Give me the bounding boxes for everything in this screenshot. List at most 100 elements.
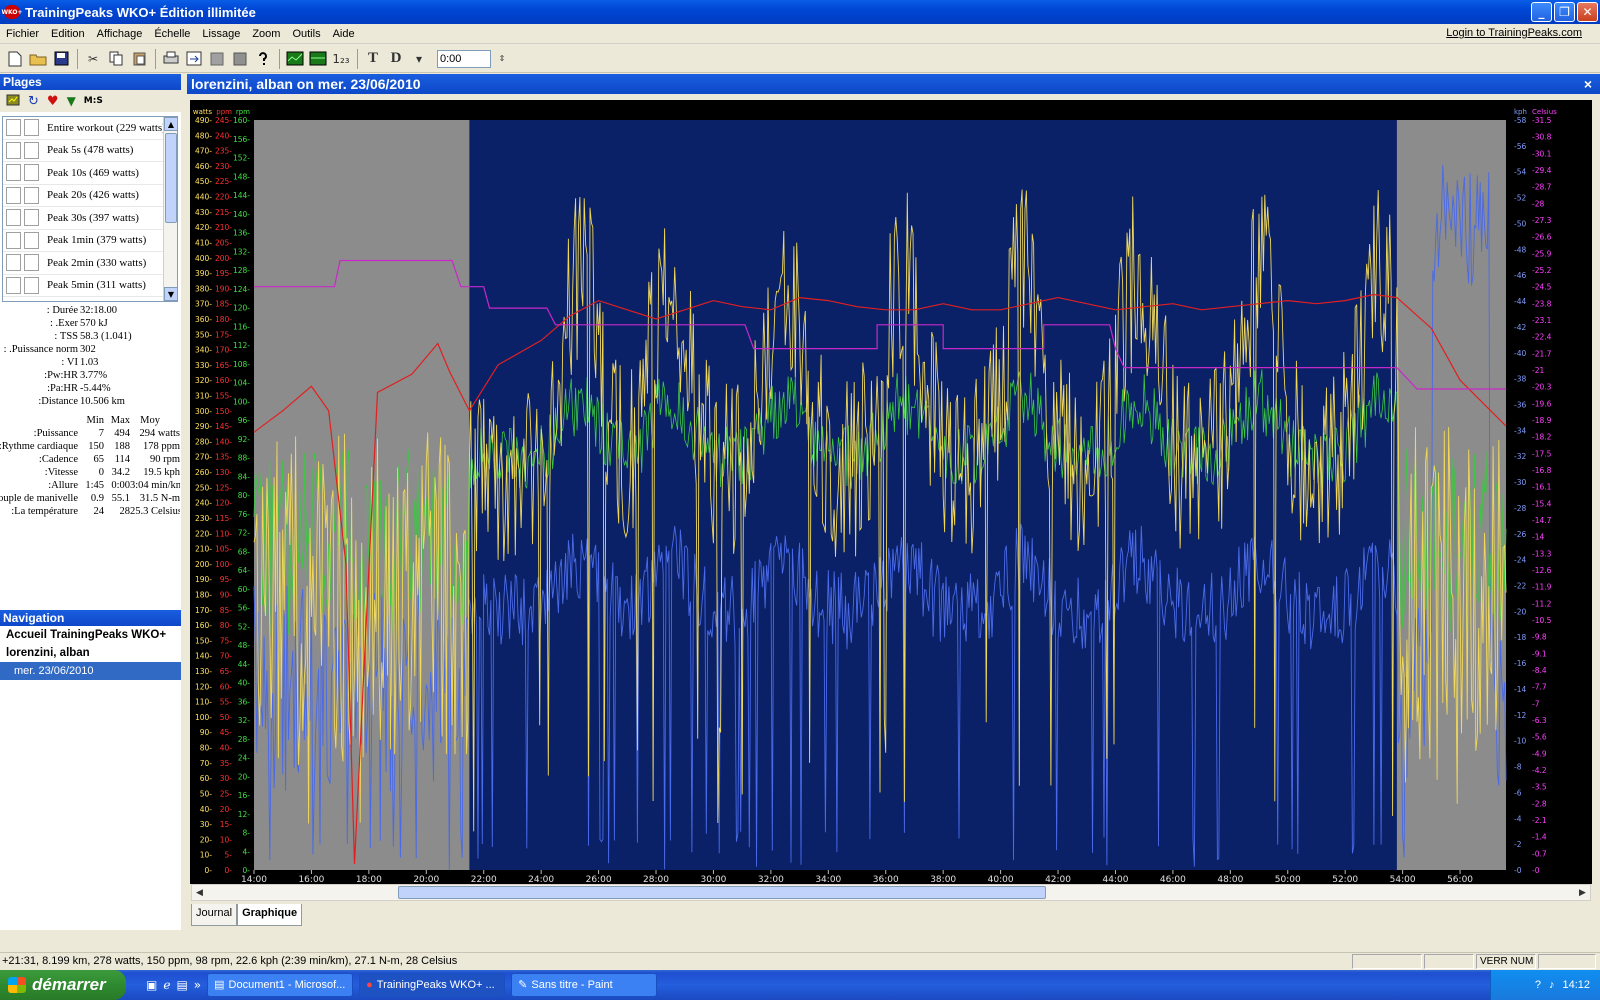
range-check-box[interactable] xyxy=(24,231,39,249)
axis-tick-label: -4 xyxy=(1514,814,1522,823)
ranges-list[interactable]: Entire workout (229 watts) Peak 5s (478 … xyxy=(2,116,178,302)
range-check-box[interactable] xyxy=(24,276,39,294)
range-check-box[interactable] xyxy=(24,141,39,159)
menu-affichage[interactable]: Affichage xyxy=(91,28,149,40)
scroll-right-icon[interactable]: ▶ xyxy=(1575,885,1590,900)
range-item[interactable]: Peak 5s (478 watts) xyxy=(3,140,177,162)
range-item[interactable]: Peak 5min (311 watts) xyxy=(3,275,177,297)
range-label: Peak 5min (311 watts) xyxy=(47,279,146,292)
range-label: Peak 30s (397 watts) xyxy=(47,211,139,224)
blank-tool-icon[interactable] xyxy=(229,48,251,70)
heart-icon[interactable]: ♥ xyxy=(47,94,59,109)
new-file-icon[interactable] xyxy=(4,48,26,70)
range-color-box[interactable] xyxy=(6,141,21,159)
browser-icon[interactable]: ℯ xyxy=(163,978,170,992)
start-button[interactable]: démarrer xyxy=(0,970,126,1000)
distance-axis-button[interactable]: D xyxy=(385,48,407,70)
range-check-box[interactable] xyxy=(24,254,39,272)
login-link[interactable]: Login to TrainingPeaks.com xyxy=(1446,27,1582,39)
help-icon[interactable] xyxy=(252,48,274,70)
scroll-up-icon[interactable]: ▲ xyxy=(164,117,177,131)
nav-athlete[interactable]: lorenzini, alban xyxy=(0,644,181,662)
title-bar[interactable]: WKO+ TrainingPeaks WKO+ Édition illimité… xyxy=(0,0,1600,24)
nav-home[interactable]: Accueil TrainingPeaks WKO+ xyxy=(0,626,181,644)
menu-outils[interactable]: Outils xyxy=(286,28,326,40)
axis-tick-label: 32- xyxy=(238,716,251,725)
axis-tick-label: -32 xyxy=(1514,452,1526,461)
numbers-icon[interactable]: 1₂₃ xyxy=(330,48,352,70)
range-color-box[interactable] xyxy=(6,254,21,272)
range-check-box[interactable] xyxy=(24,164,39,182)
save-icon[interactable] xyxy=(50,48,72,70)
document-close-icon[interactable]: × xyxy=(1584,74,1592,94)
menu-zoom[interactable]: Zoom xyxy=(246,28,286,40)
graph-alt-icon[interactable] xyxy=(307,48,329,70)
range-item[interactable]: Peak 10s (469 watts) xyxy=(3,162,177,185)
task-word[interactable]: ▤ Document1 - Microsof... xyxy=(207,973,354,997)
minmax-row: Vitesse: 0 34.2 19.5 kph xyxy=(0,466,181,479)
menu-fichier[interactable]: Fichier xyxy=(0,28,45,40)
scroll-down-icon[interactable]: ▼ xyxy=(164,287,177,301)
plages-toolbar: ↻ ♥ ▼ M:S xyxy=(0,90,181,112)
range-item[interactable]: Peak 1min (379 watts) xyxy=(3,230,177,252)
range-check-box[interactable] xyxy=(24,119,39,137)
volume-icon[interactable]: ♪ xyxy=(1549,979,1555,991)
open-folder-icon[interactable] xyxy=(27,48,49,70)
spinner-icon[interactable]: ⇕ xyxy=(491,48,513,70)
range-color-box[interactable] xyxy=(6,276,21,294)
tray-help-icon[interactable]: ? xyxy=(1535,979,1541,991)
range-item[interactable]: Peak 30s (397 watts) xyxy=(3,207,177,230)
desktop-icon[interactable]: ▣ xyxy=(146,978,157,992)
refresh-icon[interactable]: ↻ xyxy=(28,94,39,109)
copy-icon[interactable] xyxy=(105,48,127,70)
task-paint[interactable]: ✎ Sans titre - Paint xyxy=(511,973,658,997)
print-icon[interactable] xyxy=(160,48,182,70)
range-item[interactable]: Peak 20s (426 watts) xyxy=(3,185,177,207)
menu-edition[interactable]: Edition xyxy=(45,28,91,40)
range-item[interactable]: Entire workout (229 watts) xyxy=(3,117,177,140)
maximize-button[interactable]: ❐ xyxy=(1554,2,1575,22)
dropdown-arrow-icon[interactable]: ▾ xyxy=(408,48,430,70)
paste-icon[interactable] xyxy=(128,48,150,70)
time-axis-button[interactable]: T xyxy=(362,48,384,70)
menu-aide[interactable]: Aide xyxy=(327,28,361,40)
quick-launch-more-icon[interactable]: » xyxy=(194,978,201,992)
axis-tick-label: 340- xyxy=(195,346,212,355)
time-offset-input[interactable] xyxy=(437,49,491,68)
range-check-box[interactable] xyxy=(24,186,39,204)
filter-icon[interactable]: ▼ xyxy=(67,94,76,108)
range-color-box[interactable] xyxy=(6,231,21,249)
folder-icon[interactable]: ▤ xyxy=(176,978,187,992)
close-button[interactable]: ✕ xyxy=(1577,2,1598,22)
menu-echelle[interactable]: Échelle xyxy=(148,28,196,40)
workout-chart[interactable]: watts 0- 10- 20- 30- 40- 50- 60- 70- 80- 90- 100- 11… xyxy=(190,100,1592,885)
chart-scroll-thumb[interactable] xyxy=(398,886,1046,899)
tab-journal[interactable]: Journal xyxy=(191,904,238,926)
document-title-bar: lorenzini, alban on mer. 23/06/2010 × xyxy=(187,74,1600,94)
range-item[interactable]: Peak 2min (330 watts) xyxy=(3,252,177,275)
graph-view-icon[interactable] xyxy=(284,48,306,70)
menu-lissage[interactable]: Lissage xyxy=(196,28,246,40)
nav-workout-selected[interactable]: mer. 23/06/2010 xyxy=(0,662,181,680)
range-color-box[interactable] xyxy=(6,209,21,227)
stat-line: Distance: 10.506 km xyxy=(0,395,181,408)
scroll-left-icon[interactable]: ◀ xyxy=(192,885,207,900)
minimize-button[interactable]: _ xyxy=(1531,2,1552,22)
stat-label: Pw:HR: xyxy=(44,370,78,381)
min-sec-label[interactable]: M:S xyxy=(84,96,103,106)
blank-tool-icon[interactable] xyxy=(206,48,228,70)
range-color-box[interactable] xyxy=(6,119,21,137)
cut-icon[interactable]: ✂ xyxy=(82,48,104,70)
task-trainingpeaks[interactable]: ● TrainingPeaks WKO+ ... xyxy=(359,973,506,997)
export-icon[interactable] xyxy=(183,48,205,70)
tab-graphique[interactable]: Graphique xyxy=(237,904,303,926)
chart-svg[interactable]: watts 0- 10- 20- 30- 40- 50- 60- 70- 80- 90- 100- 11… xyxy=(190,100,1592,885)
range-check-box[interactable] xyxy=(24,209,39,227)
chart-scrollbar[interactable]: ◀ ▶ xyxy=(191,884,1591,901)
add-range-icon[interactable] xyxy=(6,94,20,109)
ranges-scroll-thumb[interactable] xyxy=(165,133,177,223)
range-color-box[interactable] xyxy=(6,164,21,182)
axis-tick-label: 140- xyxy=(233,210,250,219)
ranges-scrollbar[interactable]: ▲ ▼ xyxy=(163,117,177,301)
range-color-box[interactable] xyxy=(6,186,21,204)
